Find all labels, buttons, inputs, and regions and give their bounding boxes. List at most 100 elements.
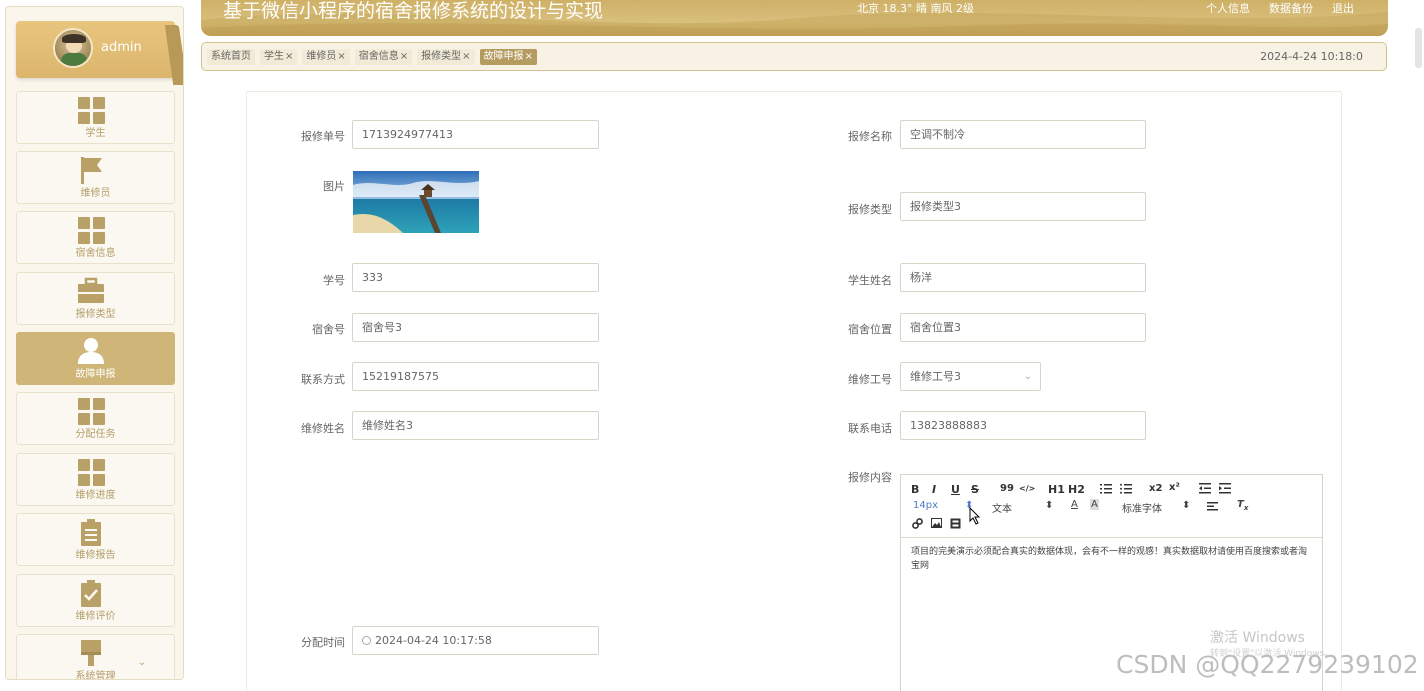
dorm-location-label: 宿舍位置 xyxy=(848,323,892,336)
chevron-updown-icon[interactable]: ⬍ xyxy=(1045,500,1053,511)
student-name-label: 学生姓名 xyxy=(848,274,892,287)
link-icon[interactable] xyxy=(912,518,923,529)
tab-label: 报修类型 xyxy=(421,51,462,62)
align-icon[interactable] xyxy=(1207,502,1218,511)
student-name-field[interactable]: 杨洋 xyxy=(900,263,1146,292)
close-icon[interactable]: × xyxy=(337,51,345,62)
grid-icon xyxy=(77,96,105,124)
sidebar-item-assign-task[interactable]: 分配任务 xyxy=(16,392,175,445)
user-name: admin xyxy=(101,40,142,55)
sidebar-item-label: 宿舍信息 xyxy=(75,248,116,259)
sidebar-item-students[interactable]: 学生 xyxy=(16,91,175,144)
underline-button[interactable]: U xyxy=(951,483,960,496)
heading2-button[interactable]: H2 xyxy=(1068,483,1085,496)
worker-name-field[interactable]: 维修姓名3 xyxy=(352,411,599,440)
tab-repair-type[interactable]: 报修类型× xyxy=(417,49,475,65)
font-family-select[interactable]: 标准字体 xyxy=(1122,500,1162,515)
profile-link[interactable]: 个人信息 xyxy=(1206,0,1250,16)
close-icon[interactable]: × xyxy=(462,51,470,62)
bold-button[interactable]: B xyxy=(911,483,919,496)
repair-type-label: 报修类型 xyxy=(848,203,892,216)
close-icon[interactable]: × xyxy=(400,51,408,62)
tab-students[interactable]: 学生× xyxy=(260,49,298,65)
dorm-no-field[interactable]: 宿舍号3 xyxy=(352,313,599,342)
ordered-list-icon[interactable] xyxy=(1100,483,1112,494)
font-size-select[interactable]: 14px xyxy=(913,500,938,511)
font-color-icon[interactable]: A xyxy=(1071,499,1078,510)
current-datetime: 2024-4-24 10:18:0 xyxy=(1260,50,1363,63)
briefcase-icon xyxy=(78,277,104,303)
sidebar-item-repair-progress[interactable]: 维修进度 xyxy=(16,453,175,506)
image-icon[interactable] xyxy=(931,518,942,528)
sidebar-item-label: 维修员 xyxy=(80,188,111,199)
checklist-icon xyxy=(81,580,101,607)
sidebar-item-repair-report[interactable]: 维修报告 xyxy=(16,513,175,566)
sidebar-item-repair-type[interactable]: 报修类型 xyxy=(16,272,175,325)
repair-no-label: 报修单号 xyxy=(301,130,345,143)
sidebar-item-fault-report[interactable]: 故障申报 xyxy=(16,332,175,385)
chevron-down-icon: ⌄ xyxy=(1023,371,1032,382)
avatar-hair xyxy=(62,34,86,43)
avatar-shirt xyxy=(61,53,87,66)
contact-field[interactable]: 15219187575 xyxy=(352,362,599,391)
tab-label: 故障申报 xyxy=(483,51,524,62)
repair-name-label: 报修名称 xyxy=(848,130,892,143)
close-icon[interactable]: × xyxy=(285,51,293,62)
logout-link[interactable]: 退出 xyxy=(1332,0,1354,16)
indent-icon[interactable] xyxy=(1219,483,1231,494)
windows-activation-watermark: 激活 Windows xyxy=(1210,630,1305,646)
close-icon[interactable]: × xyxy=(525,51,533,62)
worker-no-label: 维修工号 xyxy=(848,373,892,386)
page-scrollbar[interactable] xyxy=(1415,28,1422,68)
backup-link[interactable]: 数据备份 xyxy=(1269,0,1313,16)
clock-icon xyxy=(362,636,371,645)
sidebar-item-label: 维修评价 xyxy=(75,611,116,622)
phone-field[interactable]: 13823888883 xyxy=(900,411,1146,440)
tab-label: 宿舍信息 xyxy=(358,51,399,62)
assign-time-field[interactable]: 2024-04-24 10:17:58 xyxy=(352,626,599,655)
user-icon xyxy=(78,338,104,364)
dorm-location-field[interactable]: 宿舍位置3 xyxy=(900,313,1146,342)
editor-content[interactable]: 项目的完美演示必须配合真实的数据体现，会有不一样的观感！真实数据取材请使用百度搜… xyxy=(911,545,1311,573)
repair-name-field[interactable]: 空调不制冷 xyxy=(900,120,1146,149)
phone-label: 联系电话 xyxy=(848,422,892,435)
background-color-icon[interactable]: A xyxy=(1090,499,1099,510)
sidebar-item-dorm-info[interactable]: 宿舍信息 xyxy=(16,211,175,264)
sidebar-item-label: 系统管理 xyxy=(75,671,116,680)
clear-format-icon[interactable]: Tx xyxy=(1237,499,1248,512)
worker-no-select[interactable]: 维修工号3 ⌄ xyxy=(900,362,1041,391)
heading1-button[interactable]: H1 xyxy=(1048,483,1065,496)
sidebar-item-label: 维修进度 xyxy=(75,490,116,501)
italic-button[interactable]: I xyxy=(932,483,936,496)
repair-type-field[interactable]: 报修类型3 xyxy=(900,192,1146,221)
sidebar-item-repair-review[interactable]: 维修评价 xyxy=(16,574,175,627)
video-icon[interactable] xyxy=(950,518,961,529)
grid-icon xyxy=(77,216,105,244)
superscript-button[interactable]: x² xyxy=(1169,482,1180,493)
tab-label: 学生 xyxy=(264,51,284,62)
tab-repairmen[interactable]: 维修员× xyxy=(302,49,350,65)
strikethrough-button[interactable]: S xyxy=(971,483,979,496)
flag-icon xyxy=(81,157,102,184)
student-no-label: 学号 xyxy=(323,274,345,287)
repair-no-field[interactable]: 1713924977413 xyxy=(352,120,599,149)
sidebar-item-repairmen[interactable]: 维修员 xyxy=(16,151,175,204)
sidebar-item-label: 分配任务 xyxy=(75,429,116,440)
blockquote-button[interactable]: 99 xyxy=(1000,483,1014,494)
repair-photo[interactable] xyxy=(353,171,479,233)
chevron-updown-icon[interactable]: ⬍ xyxy=(1182,500,1190,511)
top-header: 基于微信小程序的宿舍报修系统的设计与实现 北京 18.3° 晴 南风 2级 个人… xyxy=(201,0,1388,36)
avatar[interactable] xyxy=(53,28,93,68)
subscript-button[interactable]: x2 xyxy=(1149,483,1162,494)
student-no-field[interactable]: 333 xyxy=(352,263,599,292)
paragraph-select[interactable]: 文本 xyxy=(992,500,1012,515)
sidebar-item-system-management[interactable]: ⌄ 系统管理 xyxy=(16,634,175,680)
weather-info: 北京 18.3° 晴 南风 2级 xyxy=(857,2,974,15)
outdent-icon[interactable] xyxy=(1199,483,1211,494)
tab-home[interactable]: 系统首页 xyxy=(207,49,255,65)
bullet-list-icon[interactable] xyxy=(1120,483,1132,494)
tab-dorm-info[interactable]: 宿舍信息× xyxy=(354,49,413,65)
tab-fault-report[interactable]: 故障申报× xyxy=(479,49,537,65)
header-links: 个人信息 数据备份 退出 xyxy=(1206,0,1354,16)
code-block-button[interactable]: </> xyxy=(1019,484,1035,493)
